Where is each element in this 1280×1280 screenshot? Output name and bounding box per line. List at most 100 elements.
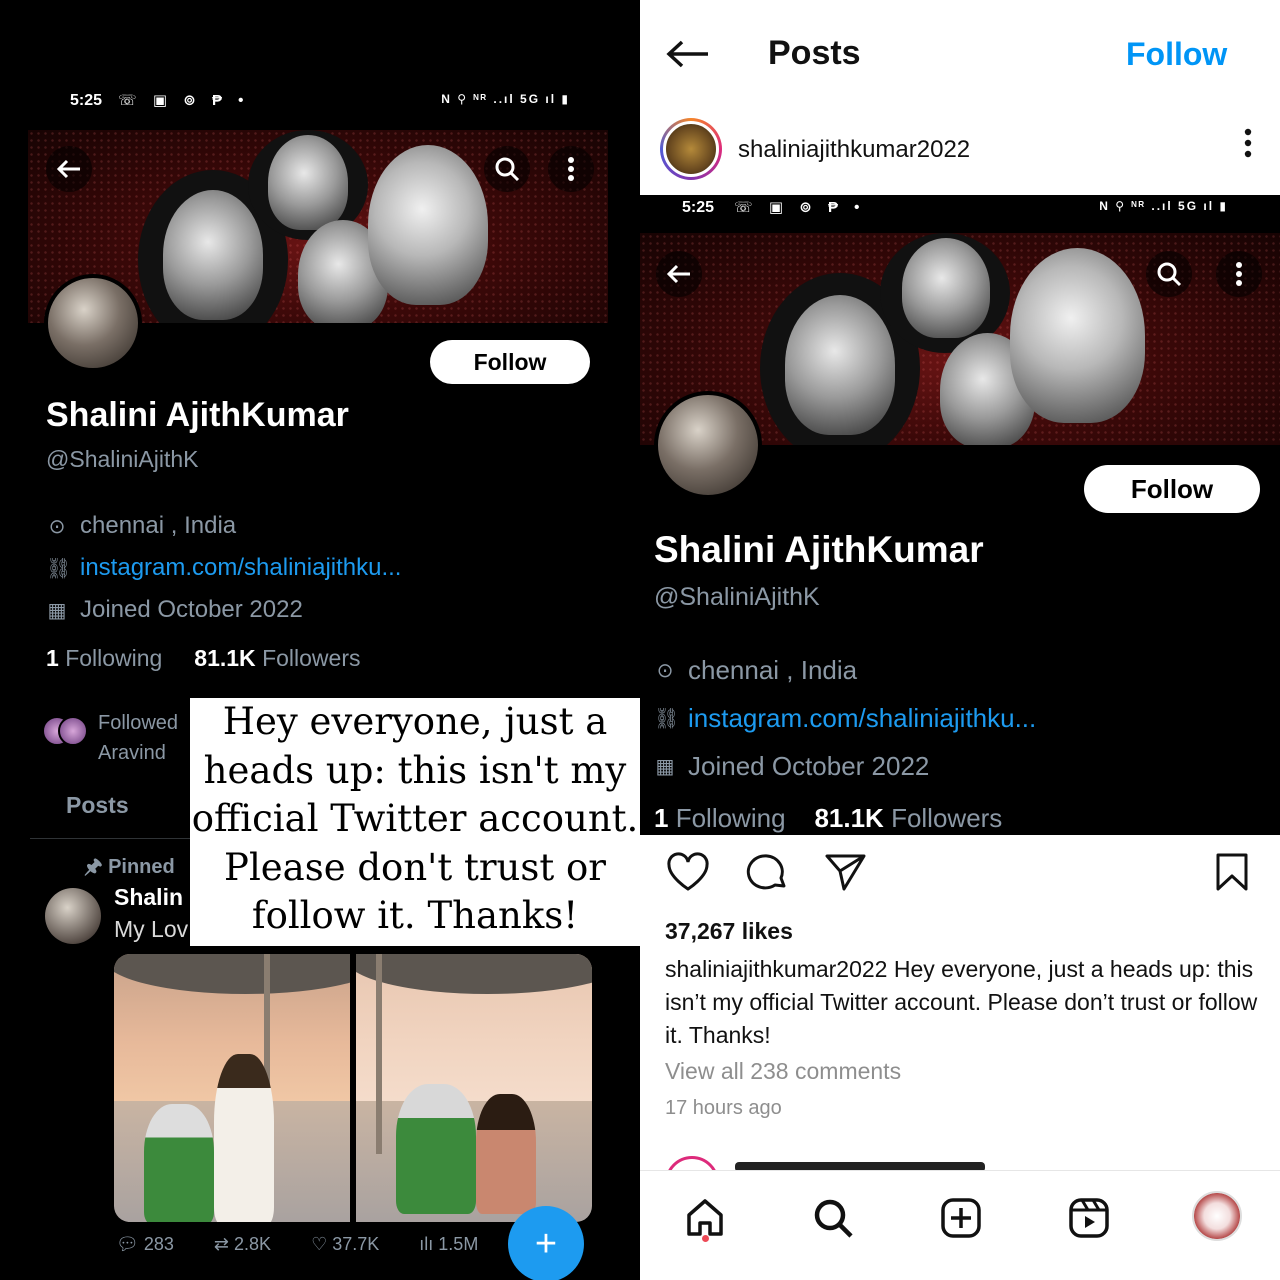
follow-pill: Follow [1084, 465, 1260, 513]
link-icon: ⛓ [654, 708, 680, 730]
view-comments-link[interactable]: View all 238 comments [665, 1058, 901, 1085]
search-button[interactable] [484, 146, 530, 192]
search-icon [814, 1199, 853, 1238]
follow-button[interactable]: Follow [1126, 36, 1227, 73]
joined-row: ▦ Joined October 2022 [655, 751, 930, 781]
more-vertical-icon [1216, 251, 1262, 297]
tweet-photo-1[interactable] [114, 954, 350, 1222]
following-link[interactable]: 1 Following [46, 645, 162, 671]
bottom-nav [640, 1170, 1280, 1280]
more-vertical-icon [1244, 128, 1252, 158]
profile-link[interactable]: instagram.com/shaliniajithku... [80, 554, 401, 582]
reels-icon [1069, 1198, 1109, 1238]
status-bar: 5:25 ☏ ▣ ⊚ ₱ • N ⚲ ᴺᴿ ..ıl 5G ıl ▮ [0, 88, 640, 118]
back-button[interactable] [46, 146, 92, 192]
comment-icon [746, 854, 786, 890]
reply-icon: 💬︎ [116, 1234, 139, 1254]
link-row: ⛓ instagram.com/shaliniajithku... [654, 703, 1037, 733]
nav-search[interactable] [808, 1193, 858, 1243]
notice-line: follow it. Thanks! [251, 894, 579, 937]
author-avatar[interactable] [660, 118, 722, 180]
display-name: Shalini AjithKumar [654, 529, 984, 570]
plus-icon: + [534, 1222, 558, 1265]
status-bar: 5:25 ☏ ▣ ⊚ ₱ • N ⚲ ᴺᴿ ..ıl 5G ıl ▮ [682, 199, 1228, 216]
nav-create[interactable] [936, 1193, 986, 1243]
post-timestamp: 17 hours ago [665, 1097, 782, 1119]
profile-avatar [654, 391, 762, 499]
likes-count[interactable]: 37,267 likes [665, 918, 793, 945]
tweet-photos[interactable] [114, 954, 592, 1222]
notice-line: Hey everyone, just a [222, 700, 608, 743]
follow-button[interactable]: Follow [430, 340, 590, 384]
status-system-icons: N ⚲ ᴺᴿ ..ıl 5G ıl ▮ [441, 92, 570, 106]
tab-posts[interactable]: Posts [66, 792, 129, 819]
location-pin-icon: ⊙ [48, 515, 66, 538]
caption-username[interactable]: shaliniajithkumar2022 [665, 956, 887, 982]
author-username[interactable]: shaliniajithkumar2022 [738, 136, 970, 164]
tweet-avatar[interactable] [45, 888, 101, 944]
followed-by-avatars [42, 716, 92, 752]
followed-by-line1: Followed [98, 712, 179, 734]
search-icon [1146, 251, 1192, 297]
composite-screenshot: 5:25 ☏ ▣ ⊚ ₱ • N ⚲ ᴺᴿ ..ıl 5G ıl ▮ Follo… [0, 0, 1280, 1280]
like-button[interactable] [666, 852, 710, 902]
user-handle: @ShaliniAjithK [46, 446, 199, 472]
post-actions [666, 852, 1256, 902]
user-handle: @ShaliniAjithK [654, 583, 820, 611]
back-button[interactable] [666, 30, 710, 80]
search-icon [495, 157, 520, 182]
arrow-left-icon [56, 159, 80, 179]
location-row: ⊙ chennai , India [46, 512, 237, 540]
status-notification-icons: ☏ ▣ ⊚ ₱ • [118, 92, 250, 109]
tweet-photo-2[interactable] [356, 954, 592, 1222]
more-options-button[interactable] [1244, 128, 1252, 158]
add-post-icon [941, 1198, 981, 1238]
arrow-left-icon [666, 40, 708, 68]
compose-button[interactable]: + [508, 1206, 584, 1280]
status-time: 5:25 [70, 92, 103, 109]
comment-button[interactable] [746, 852, 790, 902]
twitter-profile-screenshot: 5:25 ☏ ▣ ⊚ ₱ • N ⚲ ᴺᴿ ..ıl 5G ıl ▮ Follo… [0, 0, 640, 1280]
views-button[interactable]: ılı 1.5M [419, 1234, 478, 1255]
send-icon [825, 854, 866, 891]
tweet-actions: 💬︎ 283 ⇄ 2.8K ♡ 37.7K ılı 1.5M [116, 1234, 478, 1255]
post-image[interactable]: 5:25 ☏ ▣ ⊚ ₱ • N ⚲ ᴺᴿ ..ıl 5G ıl ▮ Follo… [640, 195, 1280, 835]
nav-reels[interactable] [1064, 1193, 1114, 1243]
notification-dot [702, 1235, 709, 1242]
followers-link[interactable]: 81.1K Followers [194, 645, 360, 671]
nav-profile-avatar[interactable] [1192, 1191, 1242, 1241]
notice-line: Please don't trust or [224, 845, 606, 889]
ig-header: Posts Follow [640, 0, 1280, 110]
calendar-icon: ▦ [47, 599, 67, 622]
more-options-button[interactable] [548, 146, 594, 192]
follow-stats: 1 Following 81.1K Followers [654, 803, 1003, 833]
save-button[interactable] [1214, 852, 1250, 902]
heart-icon: ♡ [311, 1234, 328, 1254]
heart-icon [667, 852, 709, 891]
notice-line: official Twitter account. [191, 797, 639, 840]
instagram-post-screen: Posts Follow shaliniajithkumar2022 5:25 … [640, 0, 1280, 1280]
page-title: Posts [768, 34, 861, 72]
profile-avatar[interactable] [44, 274, 142, 372]
follow-stats: 1 Following 81.1K Followers [46, 645, 360, 672]
calendar-icon: ▦ [655, 756, 675, 778]
followed-by-line2: Aravind [98, 742, 166, 764]
joined-text: Joined October 2022 [80, 596, 303, 623]
location-row: ⊙ chennai , India [654, 655, 858, 686]
notice-line: heads up: this isn't my [203, 748, 627, 792]
post-author-row: shaliniajithkumar2022 [640, 114, 1280, 188]
back-icon [656, 251, 702, 297]
joined-row: ▦ Joined October 2022 [46, 596, 303, 624]
post-caption: shaliniajithkumar2022 Hey everyone, just… [665, 953, 1265, 1052]
like-button[interactable]: ♡ 37.7K [311, 1234, 379, 1255]
link-icon: ⛓ [46, 557, 72, 580]
bar-chart-icon: ılı [419, 1234, 434, 1254]
tweet-text: My Lov [114, 916, 189, 942]
share-button[interactable] [824, 852, 868, 902]
notice-overlay: Hey everyone, just a heads up: this isn'… [190, 698, 640, 946]
bookmark-icon [1216, 853, 1248, 891]
display-name: Shalini AjithKumar [46, 396, 349, 434]
retweet-button[interactable]: ⇄ 2.8K [214, 1234, 271, 1255]
pin-icon: 🖈 [84, 856, 103, 878]
reply-button[interactable]: 💬︎ 283 [116, 1234, 174, 1255]
